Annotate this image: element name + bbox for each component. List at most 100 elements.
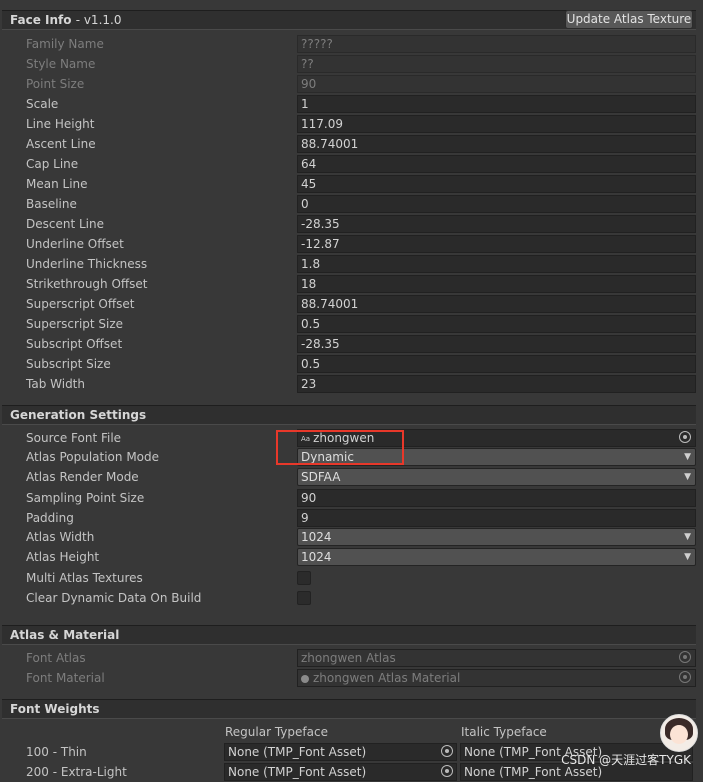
- value-field[interactable]: 88.74001: [297, 135, 696, 153]
- value-field[interactable]: 117.09: [297, 115, 696, 133]
- source-font-file-label: Source Font File: [26, 431, 122, 445]
- face-info-row: Underline Thickness 1.8: [0, 254, 703, 274]
- field-label: Strikethrough Offset: [26, 277, 148, 291]
- face-info-row: Baseline 0: [0, 194, 703, 214]
- watermark-text: CSDN @天涯过客TYGK: [561, 753, 691, 767]
- field-label: Superscript Size: [26, 317, 124, 331]
- font-material-field[interactable]: zhongwen Atlas Material: [297, 669, 696, 687]
- face-info-row: Underline Offset -12.87: [0, 234, 703, 254]
- atlas-render-mode-value: SDFAA: [301, 470, 341, 484]
- atlas-height-value: 1024: [301, 550, 332, 564]
- field-label: Descent Line: [26, 217, 104, 231]
- update-atlas-texture-button[interactable]: Update Atlas Texture: [565, 10, 693, 29]
- font-weights-header[interactable]: Font Weights: [2, 699, 696, 719]
- face-info-row: Subscript Size 0.5: [0, 354, 703, 374]
- dropdown-arrow-icon: ▼: [684, 452, 691, 462]
- font-weight-label: 200 - Extra-Light: [26, 765, 127, 779]
- value-field: ??: [297, 55, 696, 73]
- face-info-row: Strikethrough Offset 18: [0, 274, 703, 294]
- dropdown-arrow-icon: ▼: [684, 472, 691, 482]
- value-field[interactable]: -28.35: [297, 215, 696, 233]
- value-field[interactable]: 18: [297, 275, 696, 293]
- font-atlas-field[interactable]: zhongwen Atlas: [297, 649, 696, 667]
- multi-atlas-row: Multi Atlas Textures: [0, 568, 703, 588]
- object-picker-icon[interactable]: [679, 651, 691, 663]
- value-field[interactable]: 0.5: [297, 355, 696, 373]
- regular-typeface-value: None (TMP_Font Asset): [228, 745, 367, 759]
- face-info-row: Scale 1: [0, 94, 703, 114]
- italic-typeface-header: Italic Typeface: [461, 725, 547, 739]
- material-icon: [301, 675, 309, 683]
- face-info-version: - v1.1.0: [75, 13, 122, 27]
- face-info-row: Point Size 90: [0, 74, 703, 94]
- value-field[interactable]: -28.35: [297, 335, 696, 353]
- font-material-value: zhongwen Atlas Material: [313, 671, 461, 685]
- face-info-title: Face Info: [10, 13, 72, 27]
- field-label: Tab Width: [26, 377, 85, 391]
- atlas-width-dropdown[interactable]: 1024 ▼: [297, 528, 696, 546]
- field-label: Scale: [26, 97, 59, 111]
- regular-typeface-field[interactable]: None (TMP_Font Asset): [224, 743, 457, 761]
- sampling-point-size-field[interactable]: 90: [297, 489, 696, 507]
- field-label: Point Size: [26, 77, 85, 91]
- value-field[interactable]: 1.8: [297, 255, 696, 273]
- sampling-point-size-label: Sampling Point Size: [26, 491, 145, 505]
- regular-typeface-header: Regular Typeface: [225, 725, 328, 739]
- multi-atlas-label: Multi Atlas Textures: [26, 571, 143, 585]
- atlas-width-value: 1024: [301, 530, 332, 544]
- clear-dynamic-row: Clear Dynamic Data On Build: [0, 588, 703, 608]
- atlas-render-mode-dropdown[interactable]: SDFAA ▼: [297, 468, 696, 486]
- atlas-render-mode-row: Atlas Render Mode SDFAA ▼: [0, 467, 703, 487]
- object-picker-icon[interactable]: [441, 745, 453, 757]
- field-label: Baseline: [26, 197, 77, 211]
- value-field[interactable]: -12.87: [297, 235, 696, 253]
- clear-dynamic-checkbox[interactable]: [297, 591, 311, 605]
- clear-dynamic-label: Clear Dynamic Data On Build: [26, 591, 202, 605]
- regular-typeface-field[interactable]: None (TMP_Font Asset): [224, 763, 457, 781]
- face-info-row: Tab Width 23: [0, 374, 703, 394]
- atlas-render-mode-label: Atlas Render Mode: [26, 470, 139, 484]
- atlas-width-label: Atlas Width: [26, 530, 95, 544]
- multi-atlas-checkbox[interactable]: [297, 571, 311, 585]
- sampling-point-size-row: Sampling Point Size 90: [0, 488, 703, 508]
- font-atlas-label: Font Atlas: [26, 651, 86, 665]
- avatar: [660, 714, 698, 752]
- field-label: Style Name: [26, 57, 96, 71]
- field-label: Family Name: [26, 37, 104, 51]
- atlas-height-dropdown[interactable]: 1024 ▼: [297, 548, 696, 566]
- object-picker-icon[interactable]: [679, 431, 691, 443]
- value-field[interactable]: 45: [297, 175, 696, 193]
- value-field[interactable]: 23: [297, 375, 696, 393]
- atlas-population-mode-label: Atlas Population Mode: [26, 450, 160, 464]
- dropdown-arrow-icon: ▼: [684, 552, 691, 562]
- generation-settings-header[interactable]: Generation Settings: [2, 405, 696, 425]
- value-field[interactable]: 88.74001: [297, 295, 696, 313]
- field-label: Mean Line: [26, 177, 88, 191]
- face-info-row: Family Name?????: [0, 34, 703, 54]
- red-highlight-box: [276, 430, 404, 465]
- value-field[interactable]: 1: [297, 95, 696, 113]
- field-label: Line Height: [26, 117, 95, 131]
- dropdown-arrow-icon: ▼: [684, 532, 691, 542]
- field-label: Subscript Size: [26, 357, 111, 371]
- font-weight-label: 100 - Thin: [26, 745, 87, 759]
- face-info-row: Subscript Offset -28.35: [0, 334, 703, 354]
- face-info-row: Superscript Size 0.5: [0, 314, 703, 334]
- value-field[interactable]: 0: [297, 195, 696, 213]
- value-field[interactable]: 64: [297, 155, 696, 173]
- atlas-material-header[interactable]: Atlas & Material: [2, 625, 696, 645]
- padding-field[interactable]: 9: [297, 509, 696, 527]
- face-info-row: Style Name??: [0, 54, 703, 74]
- atlas-height-row: Atlas Height 1024 ▼: [0, 547, 703, 567]
- value-field[interactable]: 0.5: [297, 315, 696, 333]
- field-label: Ascent Line: [26, 137, 96, 151]
- font-material-row: Font Material zhongwen Atlas Material: [0, 668, 703, 688]
- atlas-height-label: Atlas Height: [26, 550, 100, 564]
- atlas-width-row: Atlas Width 1024 ▼: [0, 527, 703, 547]
- padding-label: Padding: [26, 511, 74, 525]
- face-info-row: Ascent Line 88.74001: [0, 134, 703, 154]
- object-picker-icon[interactable]: [679, 671, 691, 683]
- font-atlas-row: Font Atlas zhongwen Atlas: [0, 648, 703, 668]
- field-label: Cap Line: [26, 157, 79, 171]
- object-picker-icon[interactable]: [441, 765, 453, 777]
